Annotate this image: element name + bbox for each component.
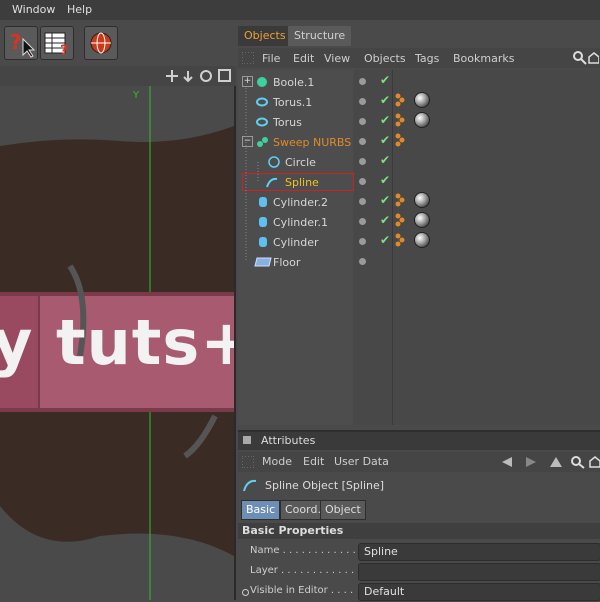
object-list: + Boole.1 Torus.1 Torus − Sweep NURBS Ci… — [238, 70, 600, 425]
phong-tag-icon — [395, 133, 405, 147]
phong-tag-icon — [395, 113, 405, 127]
attributes-header: Attributes — [238, 432, 600, 450]
keyframe-radio-icon[interactable] — [242, 589, 249, 596]
phong-tag-icon — [395, 93, 405, 107]
object-name[interactable]: Torus.1 — [273, 96, 312, 109]
menu-objects[interactable]: Objects — [364, 52, 406, 65]
editor-visibility-dot[interactable] — [359, 158, 366, 165]
help-pointer-button[interactable]: ? — [4, 26, 38, 60]
editor-visibility-dot[interactable] — [359, 198, 366, 205]
object-name[interactable]: Cylinder — [273, 236, 319, 249]
attr-nav-icons[interactable] — [500, 455, 600, 469]
menu-help[interactable]: Help — [67, 3, 92, 16]
web-button[interactable] — [84, 26, 118, 60]
menu-bookmarks[interactable]: Bookmarks — [453, 52, 514, 65]
menu-file[interactable]: File — [262, 52, 280, 65]
field-label-layer: Layer . . . . . . . . . . . . — [250, 565, 355, 576]
editor-visibility-dot[interactable] — [359, 118, 366, 125]
menu-edit[interactable]: Edit — [293, 52, 314, 65]
section-title: Basic Properties — [242, 524, 344, 537]
back-icon — [502, 457, 512, 467]
field-label-visible: Visible in Editor . . . . — [250, 585, 354, 596]
help-cursor-icon: ? — [10, 30, 36, 58]
objects-menubar: File Edit View Objects Tags Bookmarks — [238, 48, 600, 68]
enabled-check-icon[interactable]: ✔ — [380, 153, 390, 167]
menubar: Window Help — [0, 0, 600, 20]
material-tag-icon[interactable] — [414, 192, 430, 208]
tuts-banner-text: y tuts+ — [0, 306, 236, 379]
forward-icon — [526, 457, 536, 467]
name-field[interactable]: Spline — [358, 543, 600, 561]
editor-visibility-dot[interactable] — [359, 218, 366, 225]
y-axis-label: Y — [133, 90, 140, 101]
editor-visibility-dot[interactable] — [359, 178, 366, 185]
phong-tag-icon — [395, 193, 405, 207]
svg-text:?: ? — [60, 43, 68, 59]
menu-edit-attr[interactable]: Edit — [303, 455, 324, 468]
object-name[interactable]: Cylinder.2 — [273, 196, 328, 209]
table-help-icon: ? — [44, 32, 68, 59]
phong-tag-icon — [395, 213, 405, 227]
object-name[interactable]: Spline — [285, 176, 319, 189]
help-table-button[interactable]: ? — [40, 26, 74, 60]
attributes-panel: Attributes Mode Edit User Data Spline Ob… — [238, 430, 600, 602]
object-name[interactable]: Boole.1 — [273, 76, 314, 89]
editor-visibility-dot[interactable] — [359, 78, 366, 85]
grip-icon — [242, 52, 254, 64]
material-tag-icon[interactable] — [414, 92, 430, 108]
object-title: Spline Object [Spline] — [265, 479, 385, 492]
globe-icon — [90, 32, 112, 54]
enabled-check-icon[interactable]: ✔ — [380, 73, 390, 87]
svg-text:?: ? — [10, 30, 22, 54]
list-item[interactable]: Floor — [238, 252, 600, 272]
attributes-title: Attributes — [261, 434, 316, 447]
menu-mode[interactable]: Mode — [262, 455, 292, 468]
viewport-header — [0, 66, 236, 86]
section-header: Basic Properties — [238, 523, 600, 539]
enabled-check-icon[interactable]: ✔ — [380, 93, 390, 107]
menu-view[interactable]: View — [324, 52, 350, 65]
editor-visibility-dot[interactable] — [359, 138, 366, 145]
tab-structure[interactable]: Structure — [288, 26, 352, 46]
material-tag-icon[interactable] — [414, 212, 430, 228]
attributes-menubar: Mode Edit User Data — [238, 452, 600, 472]
menu-tags[interactable]: Tags — [415, 52, 439, 65]
visible-editor-dropdown[interactable]: Default — [358, 583, 600, 601]
panel-grip-icon — [243, 436, 251, 444]
subtab-basic[interactable]: Basic — [241, 500, 281, 520]
viewport-3d[interactable]: Y y tuts+ — [0, 86, 236, 600]
list-item[interactable]: + Boole.1 — [238, 72, 600, 92]
search-icon[interactable] — [573, 51, 599, 65]
enabled-check-icon[interactable]: ✔ — [380, 193, 390, 207]
menu-window[interactable]: Window — [12, 3, 55, 16]
phong-tag-icon — [395, 233, 405, 247]
toolbar: ? ? — [0, 20, 236, 67]
up-icon — [550, 457, 562, 467]
editor-visibility-dot[interactable] — [359, 258, 366, 265]
layer-field[interactable] — [358, 563, 600, 581]
enabled-check-icon[interactable]: ✔ — [380, 233, 390, 247]
enabled-check-icon[interactable]: ✔ — [380, 213, 390, 227]
object-name[interactable]: Cylinder.1 — [273, 216, 328, 229]
material-tag-icon[interactable] — [414, 232, 430, 248]
enabled-check-icon[interactable]: ✔ — [380, 173, 390, 187]
grip-icon — [242, 456, 254, 468]
viewport-nav-icons[interactable] — [166, 68, 232, 84]
spline-object-icon — [243, 479, 257, 492]
object-name[interactable]: Sweep NURBS — [273, 136, 351, 149]
menu-user-data[interactable]: User Data — [334, 455, 389, 468]
editor-visibility-dot[interactable] — [359, 98, 366, 105]
object-name[interactable]: Circle — [285, 156, 316, 169]
material-tag-icon[interactable] — [414, 112, 430, 128]
editor-visibility-dot[interactable] — [359, 238, 366, 245]
tab-objects[interactable]: Objects — [238, 26, 292, 46]
enabled-check-icon[interactable]: ✔ — [380, 133, 390, 147]
subtab-object[interactable]: Object — [320, 500, 366, 520]
field-label-name: Name . . . . . . . . . . . . — [250, 545, 356, 556]
enabled-check-icon[interactable]: ✔ — [380, 113, 390, 127]
tree-lines — [245, 88, 259, 262]
